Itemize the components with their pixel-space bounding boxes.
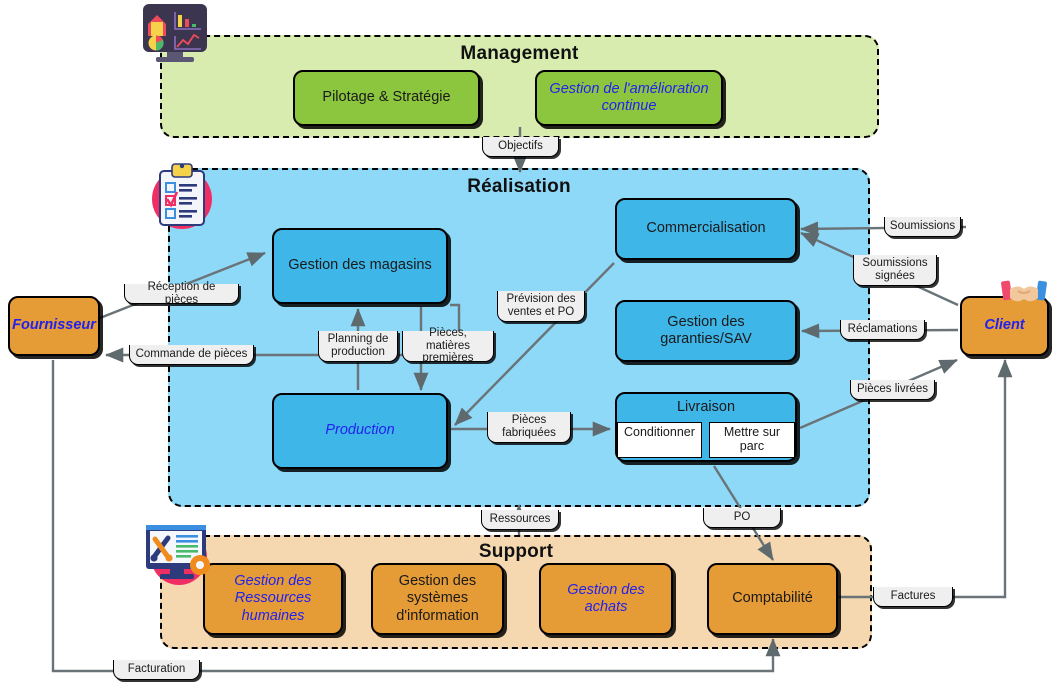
flow-label-prevision-des-ventes-et-po: Prévision des ventes et PO: [497, 291, 585, 322]
flow-label-commande-de-pieces: Commande de pièces: [129, 345, 254, 365]
process-gestion-des-achats[interactable]: Gestion des achats: [539, 563, 673, 635]
process-livraison-mettre-sur-parc[interactable]: Mettre sur parc: [708, 422, 795, 458]
process-gestion-des-magasins[interactable]: Gestion des magasins: [272, 228, 448, 304]
clipboard-checklist-icon: [152, 163, 212, 229]
process-livraison-title: Livraison: [676, 399, 736, 415]
process-comptabilite[interactable]: Comptabilité: [707, 563, 838, 635]
process-production[interactable]: Production: [272, 393, 448, 469]
handshake-icon: [1001, 280, 1047, 302]
process-gestion-garanties-sav[interactable]: Gestion des garanties/SAV: [615, 300, 797, 362]
process-gestion-amelioration-continue[interactable]: Gestion de l'amélioration continue: [535, 70, 723, 126]
actor-fournisseur[interactable]: Fournisseur: [8, 296, 100, 356]
flow-label-facturation: Facturation: [113, 660, 200, 680]
process-livraison-conditionner[interactable]: Conditionner: [617, 422, 702, 458]
flow-label-pieces-fabriquees: Pièces fabriquées: [487, 412, 571, 443]
flow-label-po: PO: [703, 508, 781, 528]
process-gestion-ressources-humaines[interactable]: Gestion des Ressources humaines: [203, 563, 343, 635]
flow-label-pieces-matieres-premieres: Pièces, matières premières: [402, 327, 494, 364]
process-gestion-systemes-information[interactable]: Gestion des systèmes d'information: [371, 563, 504, 635]
flow-label-ressources: Ressources: [481, 510, 559, 530]
flow-label-factures: Factures: [873, 587, 953, 607]
monitor-dashboard-icon: [143, 4, 207, 62]
flow-label-objectifs: Objectifs: [482, 137, 559, 157]
flow-label-soumissions: Soumissions: [884, 217, 961, 237]
monitor-tools-icon: [146, 525, 210, 585]
diagram-canvas: Management Réalisation Support Pilotage …: [0, 0, 1057, 700]
flow-label-pieces-livrees: Pièces livrées: [850, 380, 935, 400]
flow-label-planning-de-production: Planning de production: [318, 331, 398, 362]
flow-label-reclamations: Réclamations: [840, 320, 925, 340]
process-commercialisation[interactable]: Commercialisation: [615, 198, 797, 260]
flow-label-soumissions-signees: Soumissions signées: [853, 255, 937, 286]
process-livraison[interactable]: Livraison Conditionner Mettre sur parc: [615, 392, 797, 462]
process-pilotage-strategie[interactable]: Pilotage & Stratégie: [293, 70, 480, 126]
flow-label-reception-de-pieces: Réception de pièces: [124, 281, 239, 306]
